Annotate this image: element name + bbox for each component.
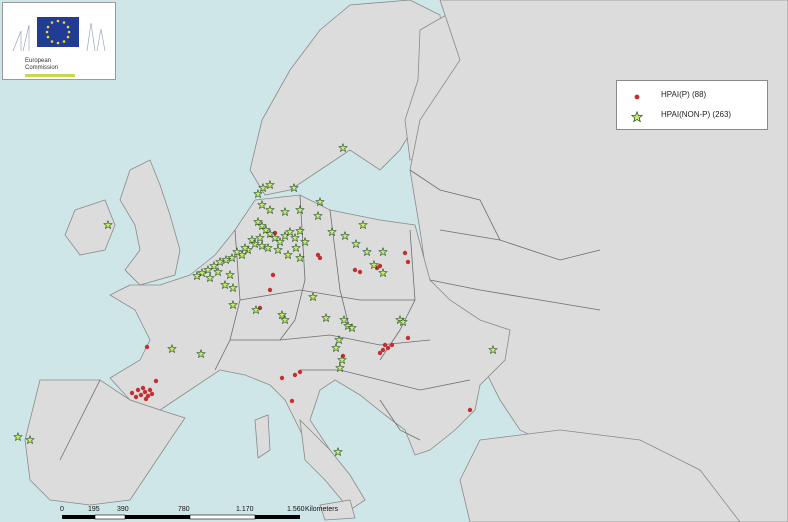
scale-segment	[94, 514, 126, 520]
hpai-p-outbreak-point	[270, 272, 276, 278]
hpai-p-outbreak-point	[467, 407, 473, 413]
legend-item-hpai-non-p: HPAI(NON-P) (263)	[617, 109, 767, 125]
land-sardinia	[254, 414, 271, 459]
hpai-p-outbreak-point	[129, 390, 135, 396]
legend-label: HPAI(NON-P) (263)	[661, 110, 732, 119]
logo-underline	[25, 74, 75, 77]
scale-tick-label: 195	[88, 506, 100, 513]
hpai-p-outbreak-point	[140, 385, 146, 391]
hpai-p-outbreak-point	[405, 259, 411, 265]
scale-tick-label: 780	[178, 506, 190, 513]
european-commission-logo: European Commission	[2, 2, 116, 80]
hpai-p-outbreak-point	[297, 369, 303, 375]
logo-line-1: European	[25, 58, 52, 64]
scale-segment	[255, 515, 300, 519]
hpai-p-outbreak-point	[357, 269, 363, 275]
scale-bar	[62, 514, 300, 520]
hpai-p-outbreak-point	[389, 342, 395, 348]
hpai-p-outbreak-point	[135, 387, 141, 393]
hpai-p-outbreak-point	[279, 375, 285, 381]
hpai-p-outbreak-point	[352, 267, 358, 273]
scale-tick-label: 1.560	[287, 506, 305, 513]
hpai-p-outbreak-point	[377, 263, 383, 269]
eu-flag-icon	[12, 17, 106, 52]
hpai-p-outbreak-point	[143, 396, 149, 402]
scale-tick-label: 1.170	[236, 506, 254, 513]
hpai-p-outbreak-point	[377, 350, 383, 356]
scale-segment	[125, 515, 190, 519]
hpai-p-outbreak-point	[138, 392, 144, 398]
legend-label: HPAI(P) (88)	[661, 90, 707, 99]
hpai-p-outbreak-point	[402, 250, 408, 256]
hpai-p-outbreak-point	[144, 344, 150, 350]
logo-text: European Commission	[25, 58, 95, 72]
green-star-icon	[631, 111, 643, 123]
scale-tick-label: 390	[117, 506, 129, 513]
hpai-p-outbreak-point	[385, 345, 391, 351]
hpai-p-outbreak-point	[317, 255, 323, 261]
red-dot-icon	[634, 94, 640, 100]
hpai-p-outbreak-point	[133, 394, 139, 400]
scale-segment	[62, 515, 95, 519]
hpai-p-outbreak-point	[292, 372, 298, 378]
hpai-p-outbreak-point	[149, 391, 155, 397]
map-legend: HPAI(P) (88) HPAI(NON-P) (263)	[616, 80, 768, 130]
europe-map	[0, 0, 788, 522]
hpai-p-outbreak-point	[289, 398, 295, 404]
hpai-p-outbreak-point	[267, 287, 273, 293]
hpai-p-outbreak-point	[405, 335, 411, 341]
scale-segment	[189, 514, 256, 520]
scale-unit-label: Kilometers	[305, 506, 339, 513]
legend-item-hpai-p: HPAI(P) (88)	[617, 89, 767, 105]
hpai-p-outbreak-point	[142, 389, 148, 395]
hpai-p-outbreak-point	[147, 387, 153, 393]
scale-tick-label: 0	[60, 506, 64, 513]
logo-line-2: Commission	[25, 65, 59, 71]
hpai-p-outbreak-point	[153, 378, 159, 384]
